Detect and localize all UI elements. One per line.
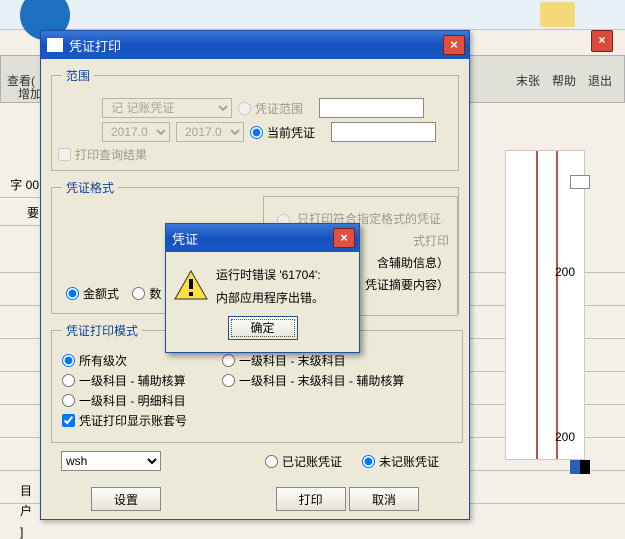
bg-value-200a: 200	[555, 265, 575, 279]
current-input	[331, 122, 436, 142]
error-close-button[interactable]: ×	[333, 228, 355, 248]
error-ok-button[interactable]: 确定	[228, 316, 298, 340]
error-dialog: 凭证 × 运行时错误 '61704': 内部应用程序出错。 确定	[165, 223, 360, 353]
toolbar-last[interactable]: 末张	[510, 56, 546, 105]
warning-icon	[174, 270, 208, 300]
bg-label-yao: 要	[0, 198, 42, 226]
print-query-checkbox: 打印查询结果	[58, 146, 147, 163]
toolbar-help[interactable]: 帮助	[546, 56, 582, 105]
outer-close-button[interactable]: ×	[591, 30, 613, 52]
toolbar-exit[interactable]: 退出	[582, 56, 624, 105]
bg-value-200b: 200	[555, 430, 575, 444]
row-icon-a[interactable]	[570, 175, 590, 189]
format-radio-amount[interactable]: 金额式	[66, 285, 119, 302]
period-to-select: 2017.01	[176, 122, 244, 142]
bg-label-hu: 户	[20, 502, 32, 519]
bg-label-mu: 目	[20, 482, 32, 499]
toolbar-add[interactable]: 增加	[18, 85, 42, 102]
booked-radio[interactable]: 已记账凭证	[265, 453, 342, 470]
cancel-button[interactable]: 取消	[349, 487, 419, 511]
mode-l1-end-aux[interactable]: 一级科目 - 末级科目 - 辅助核算	[222, 372, 442, 389]
mode-legend: 凭证打印模式	[62, 322, 142, 339]
row-icon-b[interactable]	[570, 460, 590, 474]
mode-l1-end[interactable]: 一级科目 - 末级科目	[222, 352, 372, 369]
mode-l1-aux[interactable]: 一级科目 - 辅助核算	[62, 372, 212, 389]
dialog-icon	[47, 38, 63, 52]
mode-show-account[interactable]: 凭证打印显示账套号	[62, 412, 212, 429]
range-legend: 范围	[62, 67, 94, 84]
bg-label-zi: 字 00	[0, 170, 42, 198]
range-radio-current[interactable]: 当前凭证	[250, 124, 315, 141]
settings-button[interactable]: 设置	[91, 487, 161, 511]
dialog-title: 凭证打印	[69, 36, 443, 55]
range-radio-voucher-range: 凭证范围	[238, 100, 303, 117]
error-title: 凭证	[172, 229, 333, 248]
close-button[interactable]: ×	[443, 35, 465, 55]
unbooked-radio[interactable]: 未记账凭证	[362, 453, 439, 470]
mode-l1-detail[interactable]: 一级科目 - 明细科目	[62, 392, 212, 409]
record-type-select: 记 记账凭证	[102, 98, 232, 118]
error-line1: 运行时错误 '61704':	[216, 264, 324, 287]
print-button[interactable]: 打印	[276, 487, 346, 511]
format-radio-qty[interactable]: 数	[132, 285, 161, 302]
bg-label-dot: ]	[20, 525, 23, 539]
mode-all-levels[interactable]: 所有级次	[62, 352, 212, 369]
format-legend: 凭证格式	[62, 179, 118, 196]
range-input	[319, 98, 424, 118]
bg-ruler	[505, 150, 585, 460]
error-line2: 内部应用程序出错。	[216, 287, 324, 310]
period-from-select: 2017.01	[102, 122, 170, 142]
range-fieldset: 范围 记 记账凭证 凭证范围 2017.01 2017.01 当前凭证	[51, 67, 459, 171]
user-select[interactable]: wsh	[61, 451, 161, 471]
